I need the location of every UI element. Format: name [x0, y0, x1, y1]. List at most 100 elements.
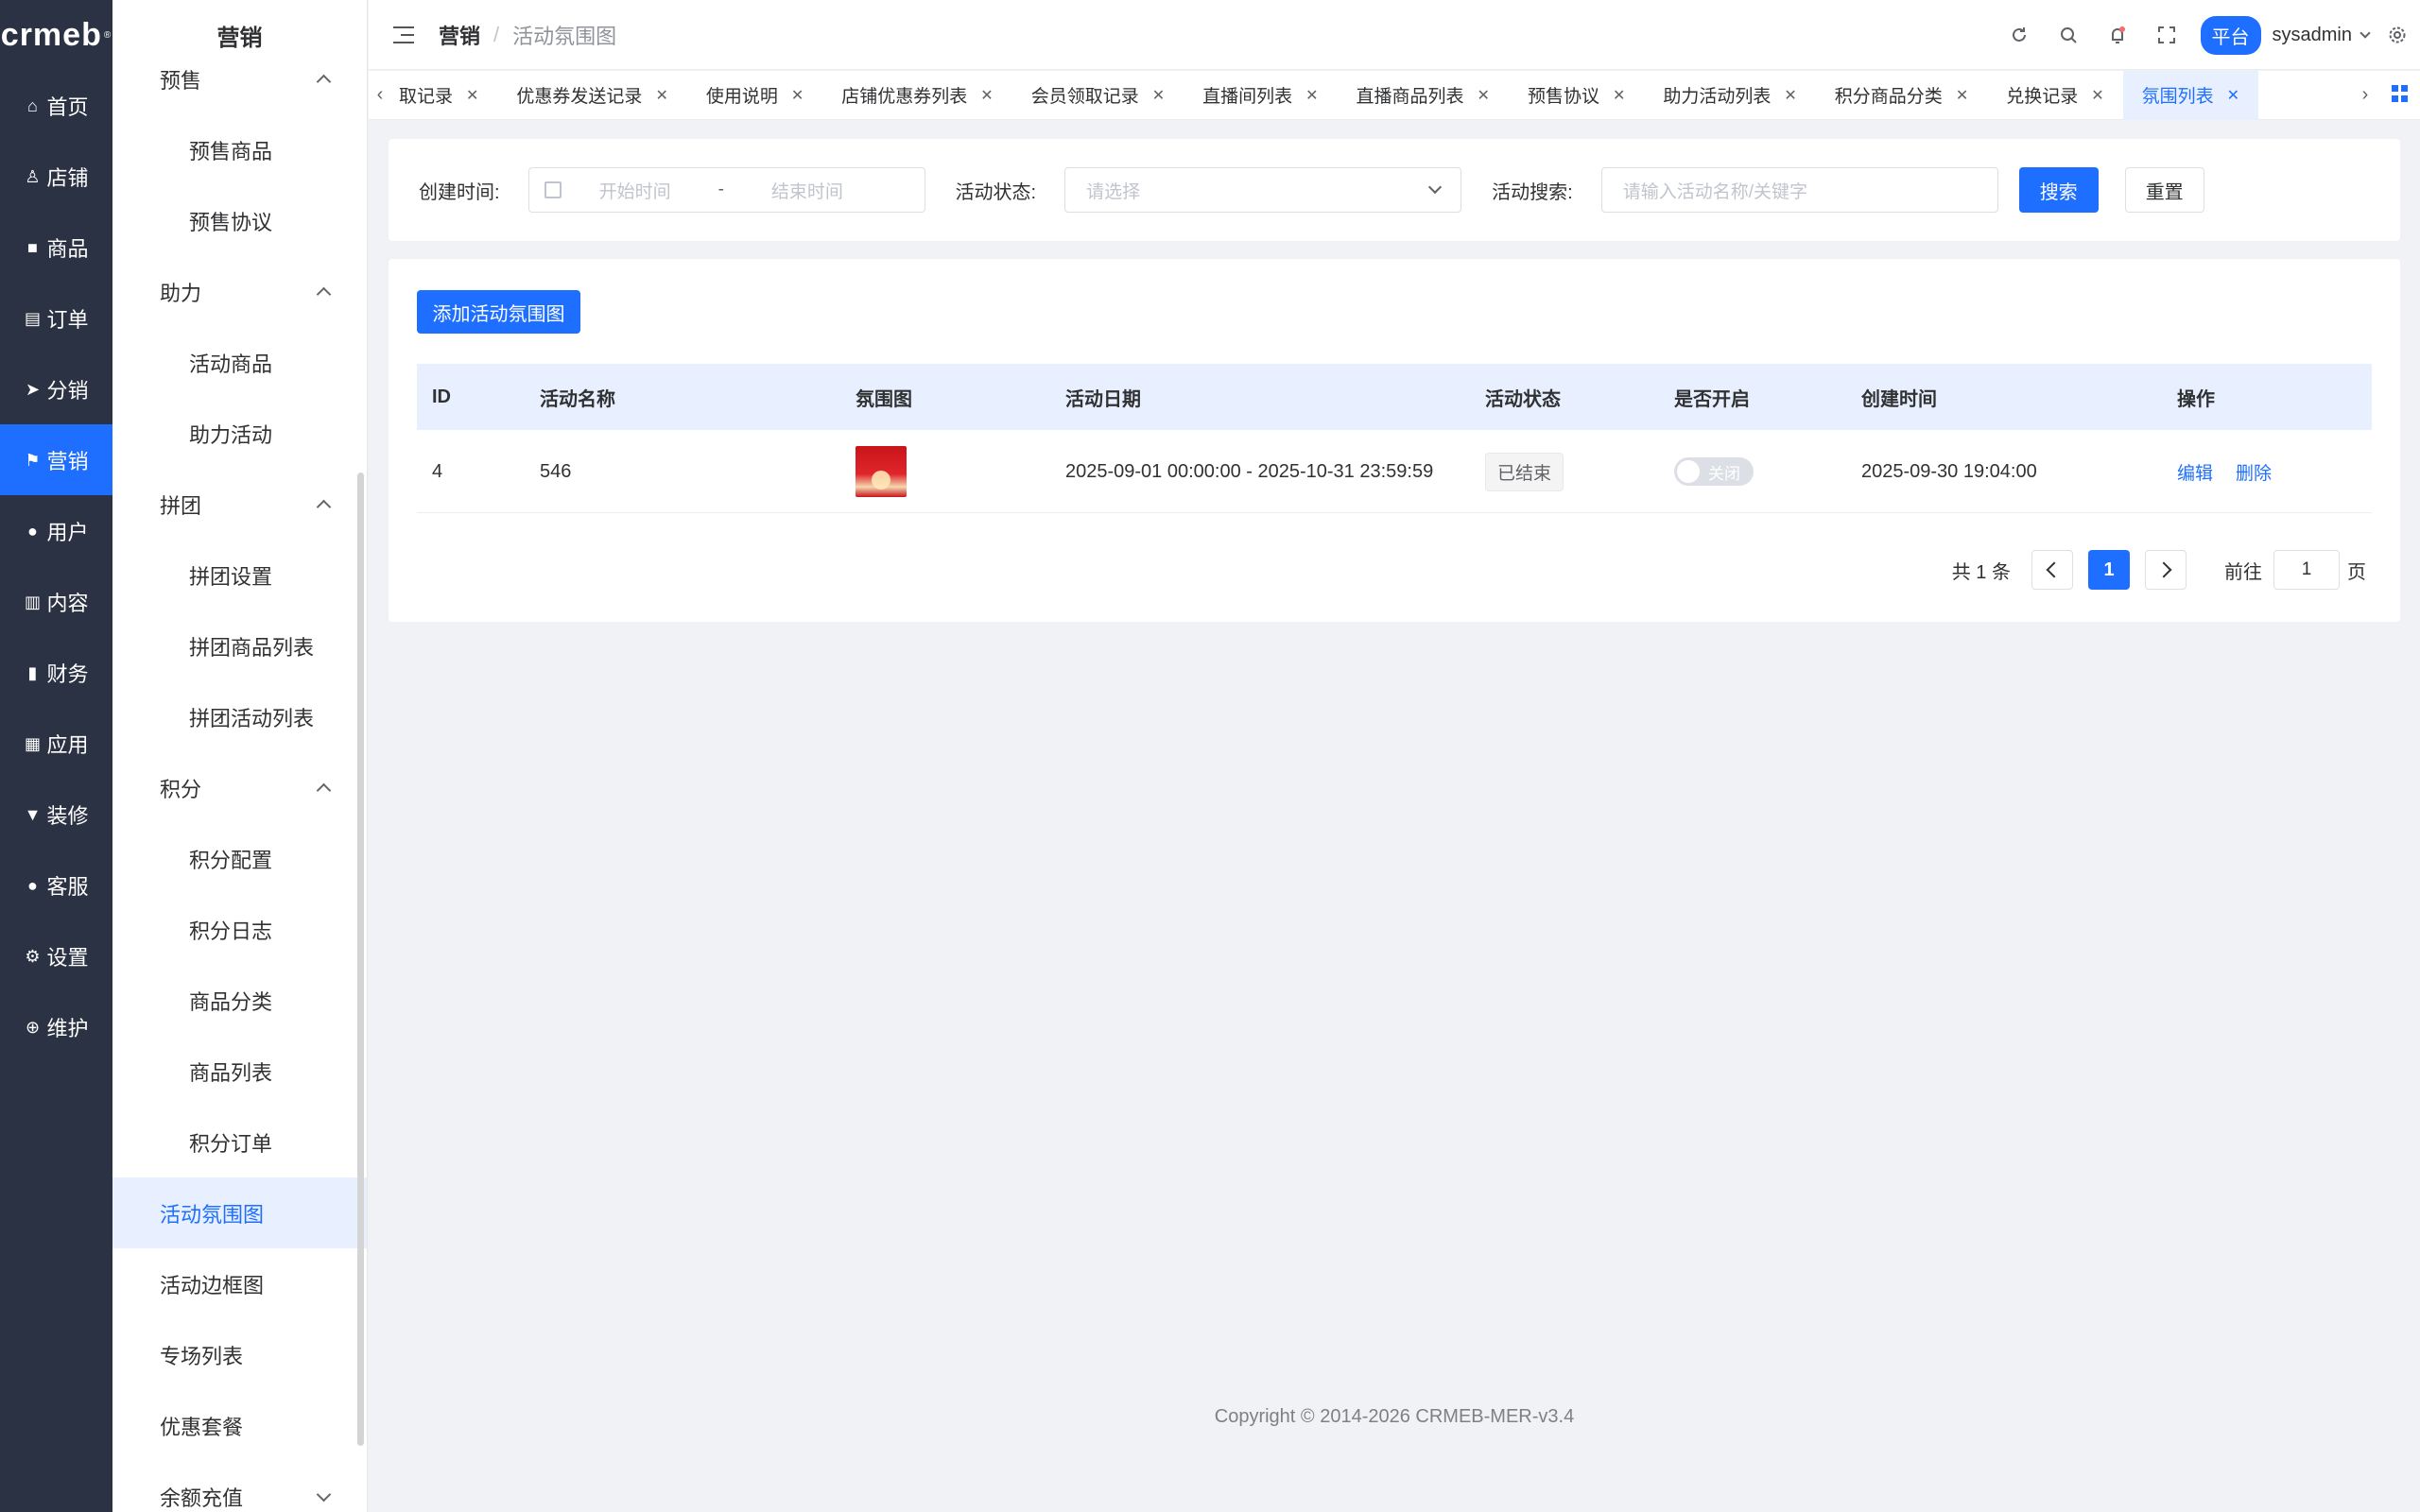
refresh-icon[interactable] — [2008, 24, 2031, 46]
enabled-switch[interactable]: 关闭 — [1674, 457, 1754, 486]
nav-item-13[interactable]: ⊕ 维护 — [0, 991, 112, 1062]
tab-label: 助力活动列表 — [1663, 87, 1772, 107]
cell-enabled: 关闭 — [1674, 430, 1754, 513]
goto-page-input[interactable]: 1 — [2273, 550, 2340, 590]
close-icon[interactable]: ✕ — [980, 86, 993, 105]
menu-item-presale-agreement[interactable]: 预售协议 — [112, 185, 367, 256]
nav-item-7[interactable]: ▥ 内容 — [0, 566, 112, 637]
menu-item-assist-goods[interactable]: 活动商品 — [112, 327, 367, 398]
nav-item-4[interactable]: ➤ 分销 — [0, 353, 112, 424]
edit-link[interactable]: 编辑 — [2177, 459, 2213, 485]
created-date-range[interactable]: 开始时间 - 结束时间 — [527, 167, 925, 213]
menu-toggle-icon[interactable] — [393, 26, 414, 43]
fullscreen-icon[interactable] — [2155, 24, 2178, 46]
nav-item-0[interactable]: ⌂ 首页 — [0, 70, 112, 141]
tab-item[interactable]: 预售协议 ✕ — [1509, 71, 1644, 120]
delete-link[interactable]: 删除 — [2236, 459, 2272, 485]
app-logo[interactable]: crmeb ® — [0, 0, 112, 70]
breadcrumb-main[interactable]: 营销 — [439, 20, 480, 50]
settings-icon[interactable] — [2386, 24, 2409, 46]
menu-group-recharge[interactable]: 余额充值 — [112, 1461, 367, 1512]
menu-group-presale[interactable]: 预售 — [112, 43, 367, 114]
page-number-current[interactable]: 1 — [2088, 550, 2130, 590]
menu-group-points[interactable]: 积分 — [112, 752, 367, 823]
close-icon[interactable]: ✕ — [2091, 86, 2103, 105]
nav-item-11[interactable]: ● 客服 — [0, 850, 112, 920]
search-input[interactable]: 请输入活动名称/关键字 — [1600, 167, 1998, 213]
platform-badge[interactable]: 平台 — [2200, 15, 2261, 55]
menu-item-points-orders[interactable]: 积分订单 — [112, 1107, 367, 1177]
close-icon[interactable]: ✕ — [1152, 86, 1165, 105]
nav-item-9[interactable]: ▦ 应用 — [0, 708, 112, 779]
prev-page-button[interactable] — [2031, 550, 2073, 590]
menu-item-combo[interactable]: 优惠套餐 — [112, 1390, 367, 1461]
nav-item-label: 商品 — [46, 236, 89, 261]
search-button[interactable]: 搜索 — [2018, 167, 2099, 213]
menu-item-group-activities[interactable]: 拼团活动列表 — [112, 681, 367, 752]
tab-scroll-right-icon[interactable]: › — [2354, 71, 2377, 120]
nav-item-label: 维护 — [46, 1016, 89, 1040]
menu-item-points-category[interactable]: 商品分类 — [112, 965, 367, 1036]
close-icon[interactable]: ✕ — [466, 86, 478, 105]
status-select[interactable]: 请选择 — [1064, 167, 1462, 213]
nav-item-12[interactable]: ⚙ 设置 — [0, 920, 112, 991]
sidebar-scrollbar[interactable] — [357, 472, 364, 1446]
close-icon[interactable]: ✕ — [1478, 86, 1490, 105]
close-icon[interactable]: ✕ — [791, 86, 804, 105]
close-icon[interactable]: ✕ — [1784, 86, 1796, 105]
tab-item[interactable]: 使用说明 ✕ — [687, 71, 822, 120]
user-menu[interactable]: sysadmin — [2273, 25, 2371, 46]
nav-item-3[interactable]: ▤ 订单 — [0, 283, 112, 353]
tab-menu-grid-icon[interactable] — [2392, 85, 2409, 102]
nav-item-5[interactable]: ⚑ 营销 — [0, 424, 112, 495]
nav-item-label: 财务 — [46, 662, 89, 686]
tab-item[interactable]: 直播间列表 ✕ — [1184, 71, 1337, 120]
nav-item-6[interactable]: ● 用户 — [0, 495, 112, 566]
service-icon: ● — [27, 875, 38, 895]
tab-item[interactable]: 店铺优惠券列表 ✕ — [822, 71, 1011, 120]
close-icon[interactable]: ✕ — [2227, 86, 2239, 105]
tab-scroll-left-icon[interactable]: ‹ — [369, 71, 391, 120]
menu-item-group-goods[interactable]: 拼团商品列表 — [112, 610, 367, 681]
menu-item-presale-goods[interactable]: 预售商品 — [112, 114, 367, 185]
menu-item-border[interactable]: 活动边框图 — [112, 1248, 367, 1319]
menu-group-group-buy[interactable]: 拼团 — [112, 469, 367, 540]
close-icon[interactable]: ✕ — [655, 86, 667, 105]
reset-button[interactable]: 重置 — [2124, 167, 2204, 213]
tab-item[interactable]: 助力活动列表 ✕ — [1644, 71, 1815, 120]
chevron-down-icon — [316, 1486, 332, 1503]
tab-label: 取记录 — [399, 87, 454, 107]
close-icon[interactable]: ✕ — [1956, 86, 1968, 105]
menu-item-atmosphere[interactable]: 活动氛围图 — [112, 1177, 367, 1248]
tab-item[interactable]: 会员领取记录 ✕ — [1012, 71, 1184, 120]
nav-item-8[interactable]: ▮ 财务 — [0, 637, 112, 708]
bell-icon[interactable] — [2106, 24, 2129, 46]
menu-item-special-list[interactable]: 专场列表 — [112, 1319, 367, 1390]
tab-item[interactable]: 直播商品列表 ✕ — [1338, 71, 1509, 120]
menu-item-points-log[interactable]: 积分日志 — [112, 894, 367, 965]
menu-item-group-settings[interactable]: 拼团设置 — [112, 540, 367, 610]
tab-item[interactable]: 取记录 ✕ — [391, 71, 497, 120]
search-icon[interactable] — [2057, 24, 2080, 46]
atmosphere-thumbnail[interactable] — [856, 446, 907, 497]
tab-item[interactable]: 氛围列表 ✕ — [2122, 70, 2259, 120]
close-icon[interactable]: ✕ — [1613, 86, 1625, 105]
nav-item-2[interactable]: ■ 商品 — [0, 212, 112, 283]
chevron-left-icon — [2046, 561, 2063, 578]
menu-item-assist-activity[interactable]: 助力活动 — [112, 398, 367, 469]
nav-item-label: 营销 — [46, 449, 89, 473]
next-page-button[interactable] — [2145, 550, 2187, 590]
nav-item-10[interactable]: ▼ 装修 — [0, 779, 112, 850]
nav-item-label: 内容 — [46, 591, 89, 615]
nav-item-1[interactable]: ♙ 店铺 — [0, 141, 112, 212]
tab-item[interactable]: 积分商品分类 ✕ — [1816, 71, 1987, 120]
menu-group-assist[interactable]: 助力 — [112, 256, 367, 327]
close-icon[interactable]: ✕ — [1305, 86, 1318, 105]
tab-label: 会员领取记录 — [1030, 87, 1139, 107]
tab-item[interactable]: 兑换记录 ✕ — [1987, 71, 2122, 120]
menu-item-points-config[interactable]: 积分配置 — [112, 823, 367, 894]
menu-item-points-goods[interactable]: 商品列表 — [112, 1036, 367, 1107]
add-atmosphere-button[interactable]: 添加活动氛围图 — [417, 290, 580, 334]
col-date: 活动日期 — [1065, 388, 1141, 410]
tab-item[interactable]: 优惠券发送记录 ✕ — [497, 71, 686, 120]
